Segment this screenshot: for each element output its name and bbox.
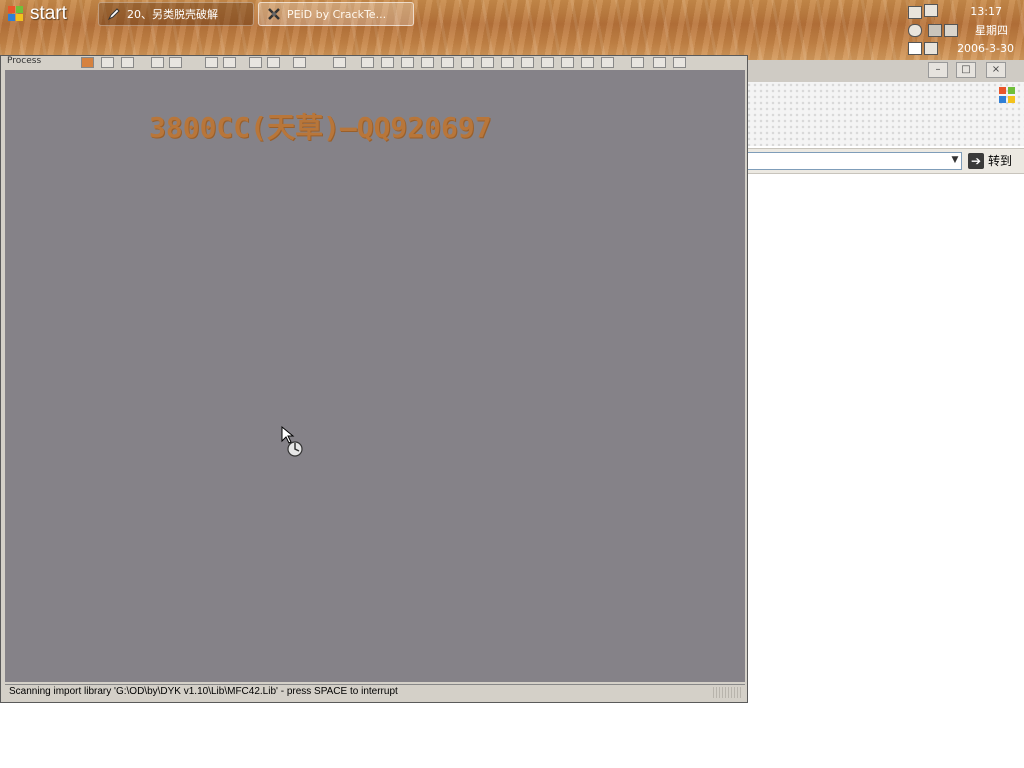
toolbar-button[interactable]	[361, 57, 374, 68]
windows-flag-icon	[8, 6, 24, 22]
toolbar-button[interactable]	[293, 57, 306, 68]
toolbar-button[interactable]	[205, 57, 218, 68]
toolbar-button[interactable]	[601, 57, 614, 68]
taskbar-item-peid[interactable]: PEiD by CrackTe...	[258, 2, 414, 26]
toolbar-button[interactable]	[81, 57, 94, 68]
address-bar: ▼ ➔ 转到	[746, 148, 1024, 174]
toolbar-button[interactable]	[223, 57, 236, 68]
shortcut-icon[interactable]	[944, 24, 958, 37]
toolbar-button[interactable]	[421, 57, 434, 68]
tool-icon	[268, 8, 280, 20]
toolbar-button[interactable]	[381, 57, 394, 68]
toolbar-button[interactable]	[581, 57, 594, 68]
go-button[interactable]: ➔ 转到	[968, 152, 1012, 169]
toolbar-button[interactable]	[631, 57, 644, 68]
close-button[interactable]: ×	[986, 62, 1006, 78]
address-input[interactable]	[746, 152, 962, 170]
minimize-button[interactable]: –	[928, 62, 948, 78]
toolbar-button[interactable]	[401, 57, 414, 68]
browser-titlebar: – □ ×	[746, 60, 1024, 82]
taskbar-item-tutorial[interactable]: 20、另类脱壳破解	[98, 2, 254, 26]
workspace-canvas: 3800CC(天草)—QQ920697	[5, 70, 745, 682]
toolbar-button[interactable]	[501, 57, 514, 68]
taskbar-item-label: 20、另类脱壳破解	[127, 8, 218, 21]
go-label: 转到	[988, 154, 1013, 168]
main-toolbar: Process	[3, 56, 745, 70]
clock-day: 星期四	[975, 24, 1008, 37]
toolbar-button[interactable]	[249, 57, 262, 68]
badge-icon[interactable]	[908, 42, 922, 55]
toolbar-button[interactable]	[151, 57, 164, 68]
maximize-button[interactable]: □	[956, 62, 976, 78]
resize-grip[interactable]	[713, 687, 741, 698]
toolbar-button[interactable]	[441, 57, 454, 68]
pencil-icon	[107, 8, 120, 21]
ime-icon[interactable]	[908, 24, 922, 37]
toolbar-button[interactable]	[653, 57, 666, 68]
start-label: start	[30, 3, 67, 24]
chevron-down-icon[interactable]: ▼	[949, 153, 961, 168]
browser-window: – □ × ▼ ➔ 转到	[746, 60, 1024, 768]
toolbar-button[interactable]	[541, 57, 554, 68]
toolbar-button[interactable]	[561, 57, 574, 68]
taskbar: start 20、另类脱壳破解 PEiD by CrackTe... 13:17…	[0, 0, 1024, 60]
status-text: Scanning import library 'G:\OD\by\DYK v1…	[9, 686, 398, 697]
watermark-text: 3800CC(天草)—QQ920697	[149, 111, 492, 144]
clock-date: 2006-3-30	[957, 42, 1014, 55]
system-tray: 13:17 星期四 2006-3-30	[904, 0, 1024, 60]
toolbar-button[interactable]	[461, 57, 474, 68]
network-icon[interactable]	[924, 42, 938, 55]
toolbar-button[interactable]	[121, 57, 134, 68]
busy-cursor-icon	[281, 425, 303, 457]
start-button[interactable]: start	[0, 0, 100, 28]
status-bar: Scanning import library 'G:\OD\by\DYK v1…	[5, 684, 745, 700]
main-window: Process 3800CC(天草)—QQ920697 Scanning imp…	[0, 55, 748, 703]
network-icon[interactable]	[924, 4, 938, 17]
toolbar-button[interactable]	[481, 57, 494, 68]
browser-toolbar	[746, 82, 1024, 146]
toolbar-button[interactable]	[673, 57, 686, 68]
toolbar-button[interactable]	[101, 57, 114, 68]
network-icon[interactable]	[908, 6, 922, 19]
toolbar-button[interactable]	[169, 57, 182, 68]
toolbar-button[interactable]	[267, 57, 280, 68]
toolbar-button[interactable]	[333, 57, 346, 68]
arrow-right-icon: ➔	[968, 152, 984, 169]
keyboard-icon[interactable]	[928, 24, 942, 37]
windows-logo-icon	[999, 87, 1015, 103]
clock-time: 13:17	[970, 5, 1002, 18]
toolbar-button[interactable]	[521, 57, 534, 68]
toolbar-label: Process	[7, 56, 42, 66]
taskbar-item-label: PEiD by CrackTe...	[287, 7, 387, 21]
